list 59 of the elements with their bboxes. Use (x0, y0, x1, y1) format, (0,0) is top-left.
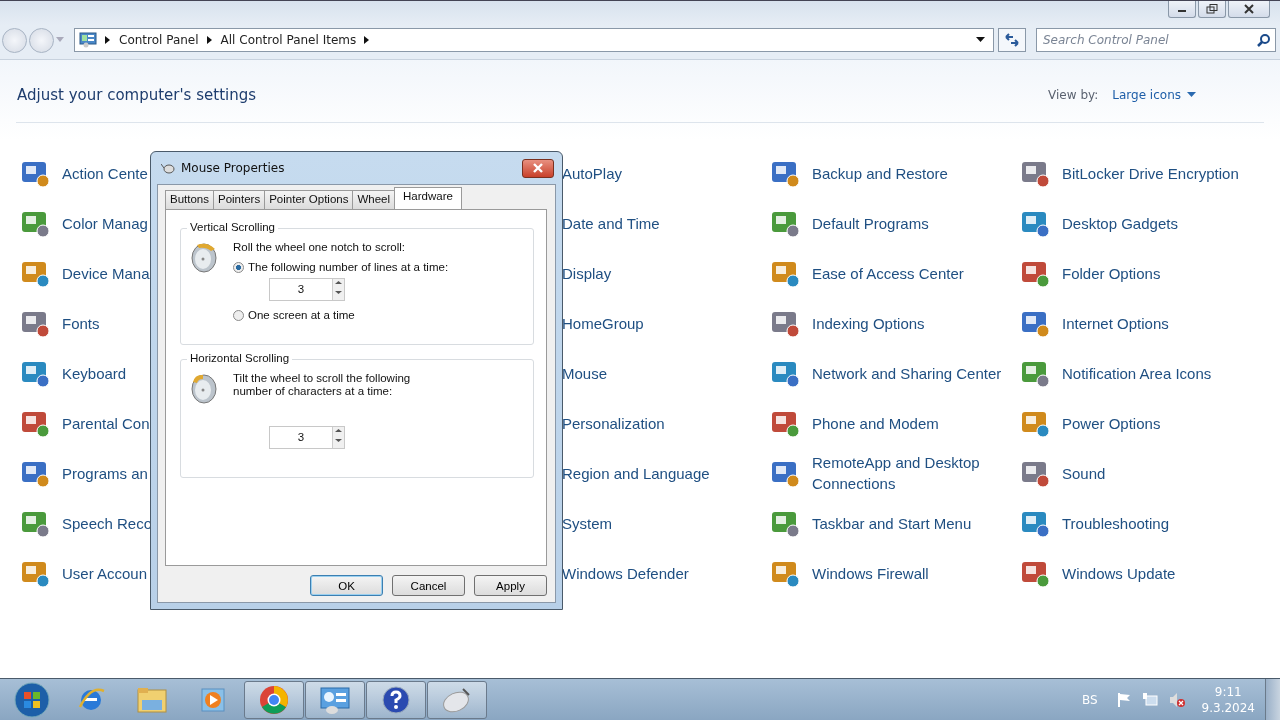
applet-link[interactable]: HomeGroup (562, 312, 644, 334)
group-title: Horizontal Scrolling (187, 352, 293, 364)
breadcrumb[interactable]: All Control Panel Items (220, 33, 357, 47)
applet-link[interactable]: Device Mana (62, 262, 150, 284)
tab[interactable]: Hardware (394, 187, 462, 209)
radio-option[interactable]: One screen at a time (233, 309, 449, 321)
applet-link[interactable]: AutoPlay (562, 162, 623, 184)
applet-link[interactable]: System (562, 512, 612, 534)
applet-link[interactable]: Personalization (562, 412, 665, 434)
page-heading: Adjust your computer's settings (17, 86, 257, 104)
applet-link[interactable]: Programs an (62, 462, 148, 484)
address-bar[interactable]: Control Panel All Control Panel Items (74, 28, 994, 52)
applet-link[interactable]: Internet Options (1062, 312, 1169, 334)
tab[interactable]: Wheel (352, 190, 396, 209)
dialog-button[interactable]: Cancel (392, 575, 465, 596)
applet-link[interactable]: Default Programs (812, 212, 929, 234)
applet-link[interactable]: Date and Time (562, 212, 660, 234)
applet-link[interactable]: Taskbar and Start Menu (812, 512, 972, 534)
applet-link[interactable]: RemoteApp and Desktop Connections (812, 452, 1012, 494)
applet-link[interactable]: Color Manag (62, 212, 148, 234)
applet-link[interactable]: User Accoun (62, 562, 148, 584)
applet-link[interactable]: Display (562, 262, 612, 284)
applet-link[interactable]: BitLocker Drive Encryption (1062, 162, 1239, 184)
applet-link[interactable]: Folder Options (1062, 262, 1161, 284)
applet-link[interactable]: Network and Sharing Center (812, 362, 1002, 384)
dialog-button[interactable]: OK (310, 575, 383, 596)
applet-link[interactable]: Action Cente (62, 162, 148, 184)
applet-link[interactable]: Windows Defender (562, 562, 689, 584)
tab[interactable]: Pointer Options (264, 190, 354, 209)
group-title: Vertical Scrolling (187, 221, 278, 233)
applet-link[interactable]: Fonts (62, 312, 100, 334)
tab[interactable]: Buttons (165, 190, 214, 209)
spin-box[interactable]: 3 (269, 426, 345, 449)
applet-link[interactable]: Indexing Options (812, 312, 925, 334)
applet-link[interactable]: Sound (1062, 462, 1106, 484)
view-by-dropdown[interactable]: Large icons (1112, 88, 1196, 102)
applet-link[interactable]: Troubleshooting (1062, 512, 1169, 534)
view-by-label: View by: (1048, 88, 1099, 102)
tab[interactable]: Pointers (213, 190, 266, 209)
applet-link[interactable]: Region and Language (562, 462, 710, 484)
dialog-title: Mouse Properties (181, 161, 285, 175)
breadcrumb[interactable]: Control Panel (119, 33, 199, 47)
applet-link[interactable]: Backup and Restore (812, 162, 948, 184)
search-field[interactable]: Search Control Panel (1036, 28, 1276, 52)
applet-link[interactable]: Desktop Gadgets (1062, 212, 1178, 234)
radio-option[interactable]: The following number of lines at a time: (233, 261, 449, 273)
applet-link[interactable]: Windows Update (1062, 562, 1176, 584)
applet-link[interactable]: Phone and Modem (812, 412, 939, 434)
applet-link[interactable]: Keyboard (62, 362, 127, 384)
applet-link[interactable]: Power Options (1062, 412, 1161, 434)
instruction-text: Roll the wheel one notch to scroll: (233, 241, 406, 253)
applet-link[interactable]: Mouse (562, 362, 608, 384)
applet-link[interactable]: Notification Area Icons (1062, 362, 1212, 384)
instruction-text: Tilt the wheel to scroll the following number of characters at a time: (233, 372, 412, 398)
applet-link[interactable]: Ease of Access Center (812, 262, 964, 284)
spin-box[interactable]: 3 (269, 278, 345, 301)
applet-link[interactable]: Parental Con (62, 412, 150, 434)
dialog-button[interactable]: Apply (474, 575, 547, 596)
applet-link[interactable]: Windows Firewall (812, 562, 929, 584)
